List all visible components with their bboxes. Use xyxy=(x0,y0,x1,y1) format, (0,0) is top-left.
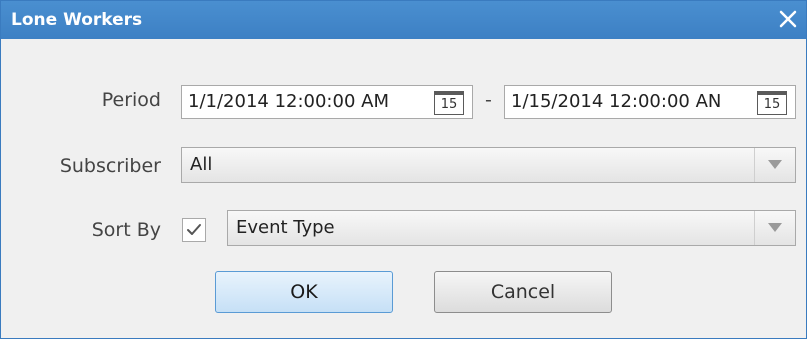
period-label: Period xyxy=(101,89,161,111)
period-from-field[interactable]: 1/1/2014 12:00:00 AM 15 xyxy=(181,85,473,119)
subscriber-select[interactable]: All xyxy=(181,147,796,183)
subscriber-label: Subscriber xyxy=(59,155,161,177)
sort-by-label: Sort By xyxy=(91,219,161,241)
cancel-button[interactable]: Cancel xyxy=(434,271,612,313)
sort-by-select[interactable]: Event Type xyxy=(227,210,796,246)
chevron-down-icon[interactable] xyxy=(754,148,795,182)
dialog-title: Lone Workers xyxy=(11,10,143,30)
calendar-day: 15 xyxy=(440,97,458,112)
close-icon[interactable] xyxy=(774,5,802,33)
period-to-field[interactable]: 1/15/2014 12:00:00 AN 15 xyxy=(504,85,796,119)
calendar-icon[interactable]: 15 xyxy=(757,91,787,115)
checkmark-icon xyxy=(187,224,201,235)
chevron-down-icon[interactable] xyxy=(754,211,795,245)
calendar-day: 15 xyxy=(763,97,781,112)
ok-button[interactable]: OK xyxy=(215,271,393,313)
sort-by-value: Event Type xyxy=(236,217,335,238)
subscriber-value: All xyxy=(190,154,213,175)
period-from-value: 1/1/2014 12:00:00 AM xyxy=(188,91,389,112)
period-to-value: 1/15/2014 12:00:00 AN xyxy=(511,91,722,112)
period-separator: - xyxy=(485,89,492,111)
dialog-titlebar: Lone Workers xyxy=(1,1,806,39)
sort-by-checkbox[interactable] xyxy=(182,218,206,242)
calendar-icon[interactable]: 15 xyxy=(434,91,464,115)
lone-workers-dialog: Lone Workers Period 1/1/2014 12:00:00 AM… xyxy=(0,0,807,339)
